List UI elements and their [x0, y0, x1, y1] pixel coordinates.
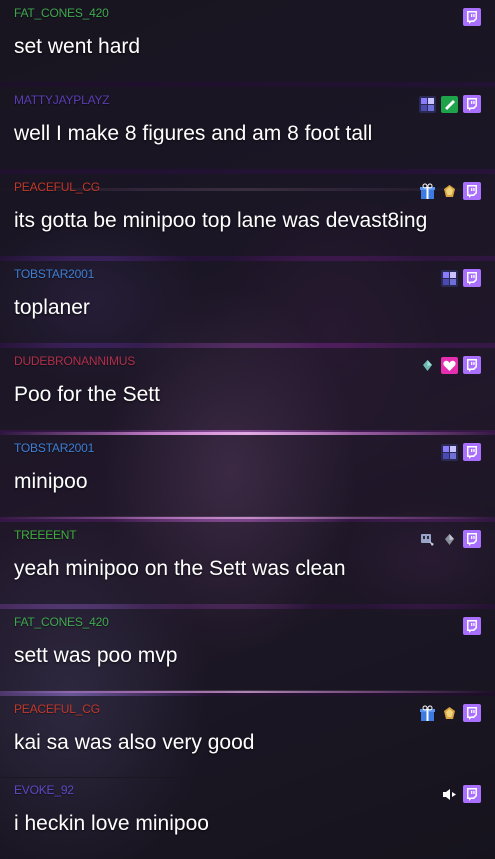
badge-group	[419, 356, 481, 374]
twitch-glitch-icon	[463, 95, 481, 113]
chat-overlay: FAT_CONES_420 set went hard MATTYJAYPLAY…	[0, 0, 495, 859]
twitch-glitch-icon	[463, 704, 481, 722]
chat-message-text: kai sa was also very good	[14, 731, 255, 754]
speaker-badge-icon	[441, 786, 458, 803]
heart-badge-icon	[441, 356, 458, 374]
badge-group	[441, 785, 481, 803]
chat-message: FAT_CONES_420 sett was poo mvp	[0, 609, 495, 691]
sub-tier-badge-icon	[441, 269, 458, 287]
chat-message: FAT_CONES_420 set went hard	[0, 0, 495, 82]
twitch-glitch-icon	[463, 182, 481, 200]
chat-username[interactable]: TOBSTAR2001	[14, 441, 94, 455]
chat-message-text: set went hard	[14, 35, 141, 58]
badge-group	[419, 95, 481, 113]
chat-message: TOBSTAR2001 toplaner	[0, 261, 495, 343]
chat-message-text: yeah minipoo on the Sett was clean	[14, 557, 346, 580]
chat-message-text: toplaner	[14, 296, 90, 319]
twitch-glitch-icon	[463, 617, 481, 635]
badge-group	[463, 617, 481, 635]
chat-message: DUDEBRONANNIMUS Poo for the Sett	[0, 348, 495, 430]
chat-message: PEACEFUL_CG its gotta be minipoo top lan…	[0, 174, 495, 256]
badge-group	[441, 269, 481, 287]
gift-badge-icon	[419, 183, 436, 200]
chat-message: EVOKE_92 i heckin love minipoo	[0, 777, 495, 859]
bits-badge-icon	[419, 357, 436, 374]
twitch-glitch-icon	[463, 785, 481, 803]
badge-group	[441, 443, 481, 461]
chat-message: MATTYJAYPLAYZ well I make 8 figures and …	[0, 87, 495, 169]
badge-group	[463, 8, 481, 26]
chat-username[interactable]: PEACEFUL_CG	[14, 180, 100, 194]
twitch-glitch-icon	[463, 8, 481, 26]
chat-username[interactable]: TREEEENT	[14, 528, 77, 542]
chat-username[interactable]: TOBSTAR2001	[14, 267, 94, 281]
chat-message-text: its gotta be minipoo top lane was devast…	[14, 209, 428, 232]
chat-username[interactable]: FAT_CONES_420	[14, 6, 109, 20]
chat-message: PEACEFUL_CG kai sa was also very good	[0, 696, 495, 778]
twitch-glitch-icon	[463, 443, 481, 461]
glitch-badge-icon	[419, 531, 436, 548]
chat-message-text: sett was poo mvp	[14, 644, 178, 667]
chat-message-text: minipoo	[14, 470, 88, 493]
check-badge-icon	[441, 95, 458, 113]
twitch-glitch-icon	[463, 530, 481, 548]
badge-group	[419, 704, 481, 722]
cheer-badge-icon	[441, 705, 458, 722]
chat-message: TOBSTAR2001 minipoo	[0, 435, 495, 517]
chat-message-text: i heckin love minipoo	[14, 812, 209, 835]
chat-username[interactable]: EVOKE_92	[14, 783, 74, 797]
sub-tier-badge-icon	[419, 95, 436, 113]
bits-badge-icon	[441, 531, 458, 548]
chat-username[interactable]: FAT_CONES_420	[14, 615, 109, 629]
chat-message: TREEEENT yeah minipoo on the Sett was cl…	[0, 522, 495, 604]
chat-username[interactable]: MATTYJAYPLAYZ	[14, 93, 110, 107]
chat-username[interactable]: PEACEFUL_CG	[14, 702, 100, 716]
twitch-glitch-icon	[463, 356, 481, 374]
twitch-glitch-icon	[463, 269, 481, 287]
gift-badge-icon	[419, 705, 436, 722]
badge-group	[419, 530, 481, 548]
cheer-badge-icon	[441, 183, 458, 200]
badge-group	[419, 182, 481, 200]
chat-username[interactable]: DUDEBRONANNIMUS	[14, 354, 135, 368]
sub-tier-badge-icon	[441, 443, 458, 461]
chat-message-text: well I make 8 figures and am 8 foot tall	[14, 122, 373, 145]
chat-message-text: Poo for the Sett	[14, 383, 160, 406]
